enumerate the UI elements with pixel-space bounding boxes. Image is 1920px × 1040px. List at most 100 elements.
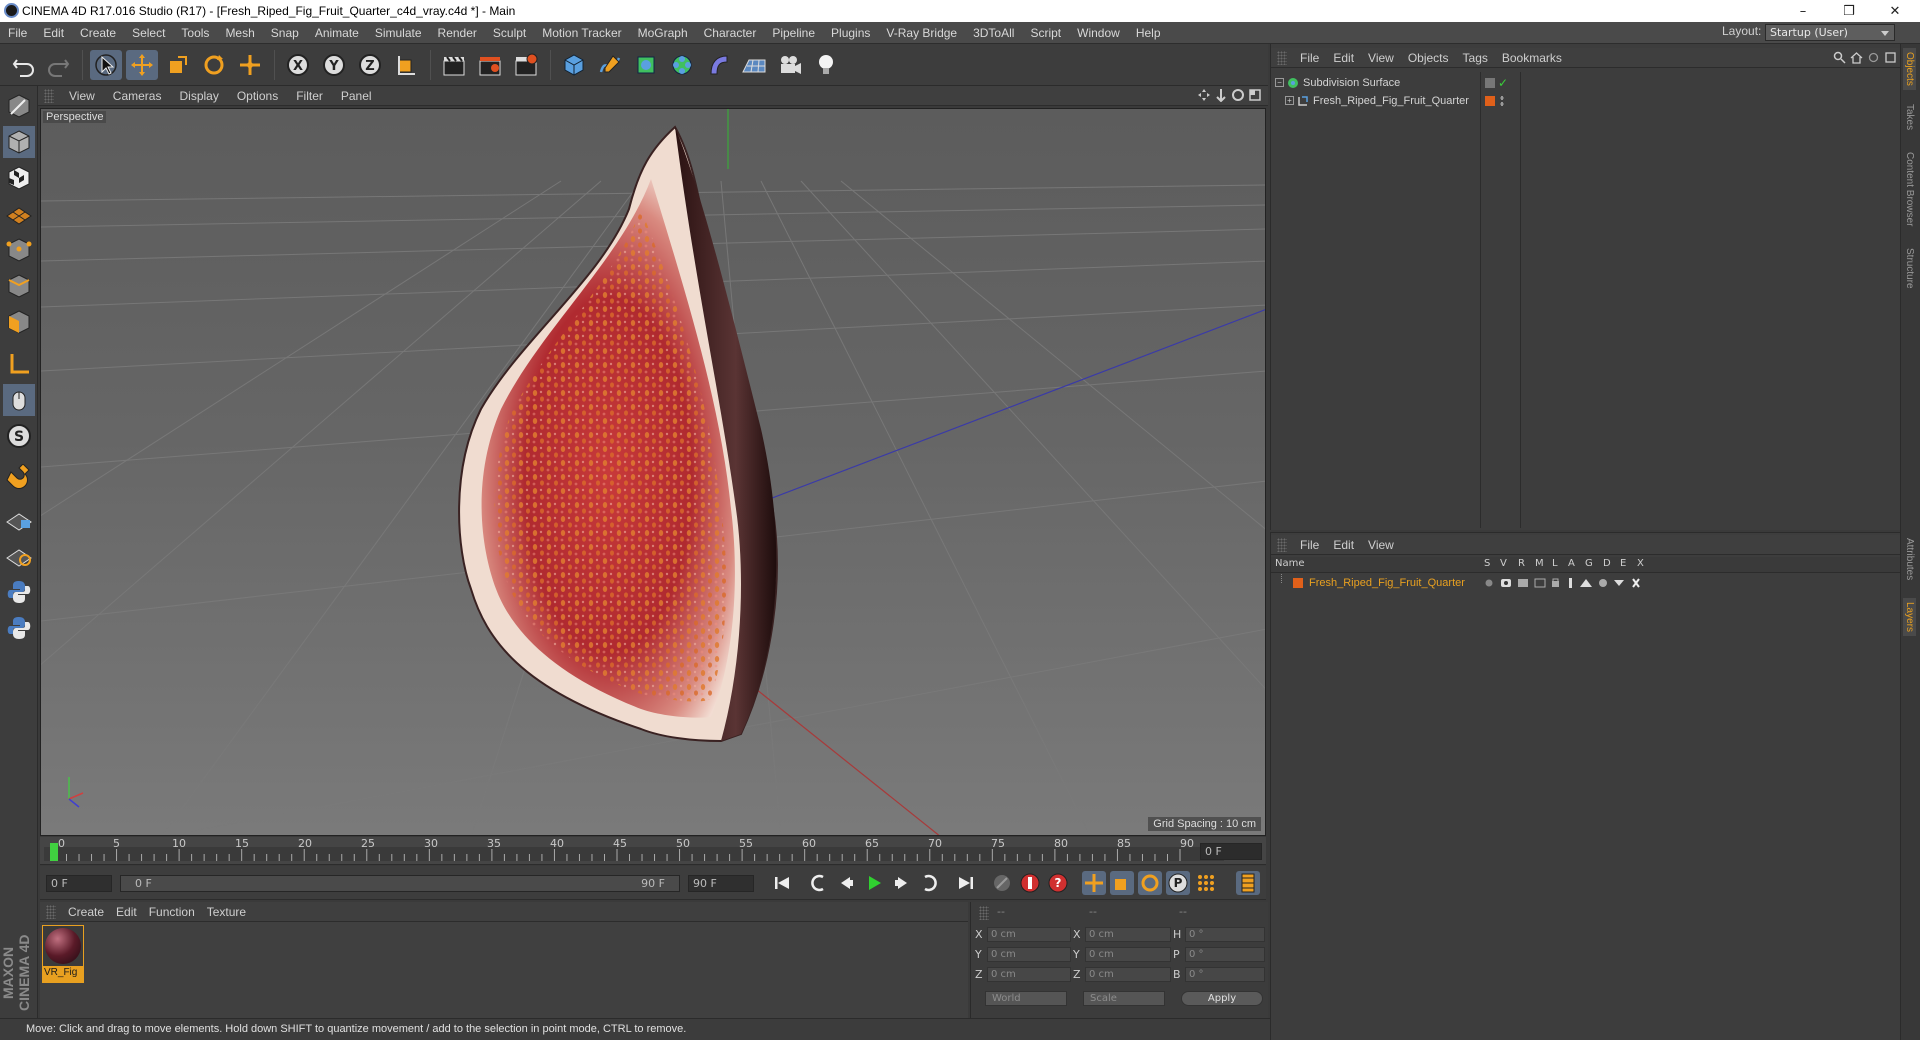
rotation-key-button[interactable]	[1138, 871, 1162, 895]
go-to-start-button[interactable]	[770, 871, 794, 895]
minimize-button[interactable]: –	[1780, 0, 1826, 22]
play-forward-button[interactable]	[862, 871, 886, 895]
edges-mode-button[interactable]	[3, 270, 35, 302]
edit-render-settings-button[interactable]	[510, 50, 542, 80]
menu-snap[interactable]: Snap	[263, 22, 307, 44]
render-picture-viewer-button[interactable]	[474, 50, 506, 80]
position-y-field[interactable]: 0 cm	[987, 947, 1071, 962]
layer-row[interactable]: Fresh_Riped_Fig_Fruit_Quarter	[1271, 574, 1901, 592]
workplane-lock-button[interactable]	[3, 502, 35, 534]
viewport-menu-filter[interactable]: Filter	[287, 85, 332, 107]
go-to-end-button[interactable]	[954, 871, 978, 895]
current-frame-field[interactable]: 0 F	[1200, 843, 1262, 860]
menu-mograph[interactable]: MoGraph	[630, 22, 696, 44]
keyframe-selection-button[interactable]: ?	[1046, 871, 1070, 895]
menu-vray-bridge[interactable]: V-Ray Bridge	[878, 22, 965, 44]
viewport-camera-label[interactable]: Perspective	[43, 111, 107, 123]
menu-plugins[interactable]: Plugins	[823, 22, 878, 44]
expand-icon[interactable]: +	[1285, 96, 1294, 105]
transform-tool-button[interactable]	[234, 50, 266, 80]
rotate-tool-button[interactable]	[198, 50, 230, 80]
make-editable-button[interactable]	[3, 90, 35, 122]
menu-mesh[interactable]: Mesh	[217, 22, 262, 44]
panel-grip-icon[interactable]	[1277, 50, 1287, 65]
position-x-field[interactable]: 0 cm	[987, 927, 1071, 942]
add-deformer-button[interactable]	[702, 50, 734, 80]
size-z-field[interactable]: 0 cm	[1085, 967, 1171, 982]
layers-menu-file[interactable]: File	[1293, 534, 1326, 556]
add-light-button[interactable]	[810, 50, 842, 80]
tab-attributes[interactable]: Attributes	[1903, 534, 1916, 584]
add-spline-button[interactable]	[594, 50, 626, 80]
viewport-menu-display[interactable]: Display	[170, 85, 227, 107]
maximize-panel-icon[interactable]	[1884, 51, 1897, 64]
next-keyframe-button[interactable]	[918, 871, 942, 895]
snap-button[interactable]	[3, 462, 35, 494]
coordinate-system-dropdown[interactable]: World	[985, 991, 1067, 1006]
point-level-key-button[interactable]	[1194, 871, 1218, 895]
layer-flag-icons[interactable]	[1483, 577, 1643, 589]
workplane-mode-button[interactable]	[3, 198, 35, 230]
workplane-rotate-button[interactable]	[3, 538, 35, 570]
layer-col-view[interactable]: V	[1500, 558, 1507, 569]
panel-grip-icon[interactable]	[1277, 537, 1287, 552]
timeline-window-button[interactable]	[1236, 871, 1260, 895]
layout-dropdown[interactable]: Startup (User)	[1765, 24, 1895, 41]
position-z-field[interactable]: 0 cm	[987, 967, 1071, 982]
material-menu-function[interactable]: Function	[143, 901, 201, 923]
object-row-subdivision[interactable]: − Subdivision Surface ✓	[1271, 74, 1901, 92]
z-axis-lock-button[interactable]: Z	[354, 50, 386, 80]
menu-create[interactable]: Create	[72, 22, 124, 44]
viewport-menu-panel[interactable]: Panel	[332, 85, 381, 107]
panel-grip-icon[interactable]	[46, 904, 56, 919]
viewport-menu-options[interactable]: Options	[228, 85, 287, 107]
tab-layers[interactable]: Layers	[1903, 598, 1916, 637]
size-x-field[interactable]: 0 cm	[1085, 927, 1171, 942]
layer-col-generators[interactable]: G	[1585, 558, 1593, 569]
y-axis-lock-button[interactable]: Y	[318, 50, 350, 80]
menu-help[interactable]: Help	[1128, 22, 1169, 44]
menu-character[interactable]: Character	[696, 22, 765, 44]
layer-col-render[interactable]: R	[1518, 558, 1525, 569]
home-icon[interactable]	[1850, 51, 1863, 64]
objects-menu-objects[interactable]: Objects	[1401, 47, 1456, 69]
layer-col-deformers[interactable]: D	[1603, 558, 1611, 569]
timeline-ruler[interactable]: 0 5 10 15 20 25 30 35 40 45 50 55 60 65 …	[40, 837, 1266, 865]
restore-button[interactable]: ❒	[1826, 0, 1872, 22]
layer-col-manager[interactable]: M	[1535, 558, 1544, 569]
preview-range-slider[interactable]: 0 F 90 F	[120, 875, 680, 892]
scale-tool-button[interactable]	[162, 50, 194, 80]
object-row-fig[interactable]: + Fresh_Riped_Fig_Fruit_Quarter	[1271, 92, 1901, 110]
python-script-button-1[interactable]	[3, 576, 35, 608]
add-mograph-button[interactable]	[666, 50, 698, 80]
solo-mode-button[interactable]: S	[3, 420, 35, 452]
menu-simulate[interactable]: Simulate	[367, 22, 430, 44]
undo-button[interactable]	[8, 50, 40, 80]
menu-file[interactable]: File	[0, 22, 35, 44]
material-slot[interactable]: VR_Fig	[42, 925, 84, 983]
visibility-dots-icon[interactable]	[1500, 95, 1504, 107]
layer-col-solo[interactable]: S	[1484, 558, 1490, 569]
layer-col-animation[interactable]: A	[1568, 558, 1575, 569]
objects-menu-bookmarks[interactable]: Bookmarks	[1495, 47, 1569, 69]
previous-keyframe-button[interactable]	[806, 871, 830, 895]
redo-button[interactable]	[42, 50, 74, 80]
perspective-viewport[interactable]: Perspective Grid Spacing : 10 cm	[40, 108, 1266, 836]
menu-sculpt[interactable]: Sculpt	[485, 22, 534, 44]
start-frame-field[interactable]: 0 F	[46, 875, 112, 892]
maximize-view-icon[interactable]	[1248, 88, 1262, 102]
pan-view-icon[interactable]	[1197, 88, 1211, 102]
enabled-checkmark-icon[interactable]: ✓	[1498, 74, 1508, 92]
material-menu-create[interactable]: Create	[62, 901, 110, 923]
previous-frame-button[interactable]	[834, 871, 858, 895]
menu-render[interactable]: Render	[430, 22, 485, 44]
rotation-b-field[interactable]: 0 °	[1185, 967, 1265, 982]
size-mode-dropdown[interactable]: Scale	[1083, 991, 1165, 1006]
move-tool-button[interactable]	[126, 50, 158, 80]
tab-takes[interactable]: Takes	[1903, 100, 1916, 134]
add-environment-button[interactable]	[738, 50, 770, 80]
add-camera-button[interactable]	[774, 50, 806, 80]
menu-animate[interactable]: Animate	[307, 22, 367, 44]
coordinate-system-button[interactable]	[390, 50, 422, 80]
rotation-h-field[interactable]: 0 °	[1185, 927, 1265, 942]
